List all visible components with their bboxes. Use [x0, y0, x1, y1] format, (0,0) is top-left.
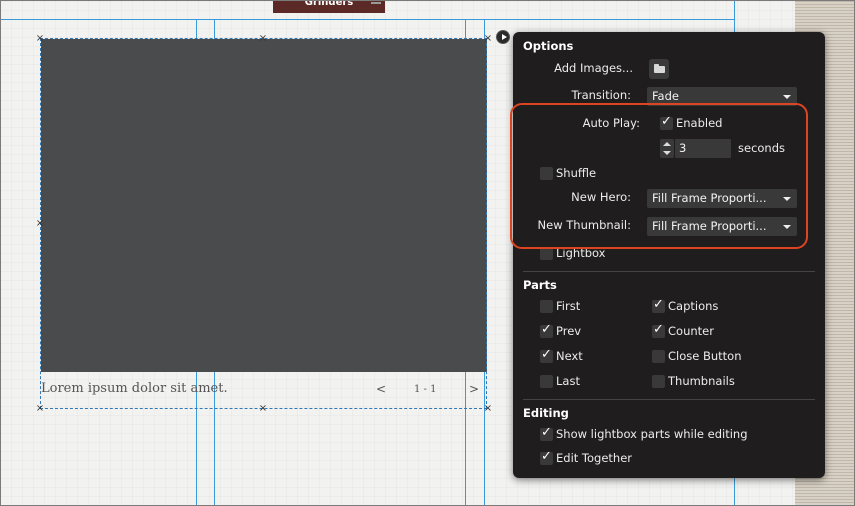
play-icon[interactable]: [496, 30, 510, 44]
part-captions-checkbox[interactable]: [652, 297, 665, 313]
grinders-tab[interactable]: Grinders: [273, 0, 385, 13]
counter-text: 1 - 1: [414, 384, 437, 395]
part-close-button-checkbox[interactable]: [652, 350, 665, 363]
editing-heading: Editing: [523, 406, 569, 420]
divider: [523, 399, 815, 400]
show-lightbox-parts-checkbox[interactable]: [540, 425, 553, 441]
part-last-label: Last: [556, 374, 580, 388]
guide-horizontal: [0, 19, 734, 20]
transition-select[interactable]: Fade: [647, 87, 797, 106]
lightbox-label: Lightbox: [556, 246, 606, 260]
edit-together-label: Edit Together: [556, 451, 633, 465]
slideshow-options-panel: Options Add Images... Transition: Fade A…: [513, 32, 825, 478]
slideshow-frame[interactable]: [40, 38, 487, 409]
chevron-down-icon: [783, 197, 791, 201]
part-captions-label: Captions: [668, 299, 719, 313]
seconds-stepper[interactable]: [660, 139, 674, 158]
part-thumbnails-label: Thumbnails: [668, 374, 735, 388]
caption-text: Lorem ipsum dolor sit amet.: [41, 381, 228, 396]
show-lightbox-parts-label: Show lightbox parts while editing: [556, 427, 748, 441]
new-hero-label: New Hero:: [571, 190, 631, 204]
part-close-button-label: Close Button: [668, 349, 742, 363]
arrow-up-icon[interactable]: [663, 142, 671, 146]
new-thumbnail-value: Fill Frame Proporti...: [652, 219, 767, 233]
guide-vertical: [734, 478, 735, 506]
resize-handle[interactable]: ×: [258, 34, 268, 44]
part-counter-checkbox[interactable]: [652, 322, 665, 338]
new-hero-select[interactable]: Fill Frame Proporti...: [647, 189, 797, 208]
edit-together-checkbox[interactable]: [540, 449, 553, 465]
resize-handle[interactable]: ×: [483, 34, 493, 44]
seconds-label: seconds: [738, 141, 786, 155]
auto-play-enabled-label: Enabled: [676, 116, 723, 130]
menu-icon: [371, 2, 381, 4]
part-next-checkbox[interactable]: [540, 347, 553, 363]
transition-value: Fade: [652, 89, 679, 103]
resize-handle[interactable]: ×: [35, 404, 45, 414]
resize-handle[interactable]: ×: [35, 219, 45, 229]
arrow-down-icon[interactable]: [663, 151, 671, 155]
part-thumbnails-checkbox[interactable]: [652, 375, 665, 388]
resize-handle[interactable]: ×: [35, 34, 45, 44]
part-first-checkbox[interactable]: [540, 300, 553, 313]
chevron-down-icon: [783, 225, 791, 229]
shuffle-label: Shuffle: [556, 166, 597, 180]
new-thumbnail-label: New Thumbnail:: [537, 218, 631, 232]
grinders-tab-label: Grinders: [304, 0, 354, 8]
lightbox-checkbox[interactable]: [540, 247, 553, 260]
auto-play-checkbox[interactable]: [660, 114, 673, 130]
next-button[interactable]: >: [469, 382, 479, 396]
shuffle-checkbox[interactable]: [540, 167, 553, 180]
divider: [523, 271, 815, 272]
part-next-label: Next: [556, 349, 583, 363]
new-thumbnail-select[interactable]: Fill Frame Proporti...: [647, 217, 797, 236]
part-prev-label: Prev: [556, 324, 582, 338]
prev-button[interactable]: <: [376, 382, 386, 396]
part-first-label: First: [556, 299, 581, 313]
seconds-input[interactable]: 3: [675, 139, 731, 158]
guide-vertical: [734, 0, 735, 32]
part-last-checkbox[interactable]: [540, 375, 553, 388]
options-heading: Options: [523, 39, 574, 53]
parts-heading: Parts: [523, 278, 557, 292]
part-prev-checkbox[interactable]: [540, 322, 553, 338]
resize-handle[interactable]: ×: [258, 404, 268, 414]
auto-play-label: Auto Play:: [582, 116, 640, 130]
part-counter-label: Counter: [668, 324, 714, 338]
add-images-label: Add Images...: [554, 61, 633, 75]
folder-icon[interactable]: [649, 59, 669, 79]
transition-label: Transition:: [571, 88, 632, 102]
resize-handle[interactable]: ×: [483, 404, 493, 414]
new-hero-value: Fill Frame Proporti...: [652, 191, 767, 205]
chevron-down-icon: [783, 95, 791, 99]
